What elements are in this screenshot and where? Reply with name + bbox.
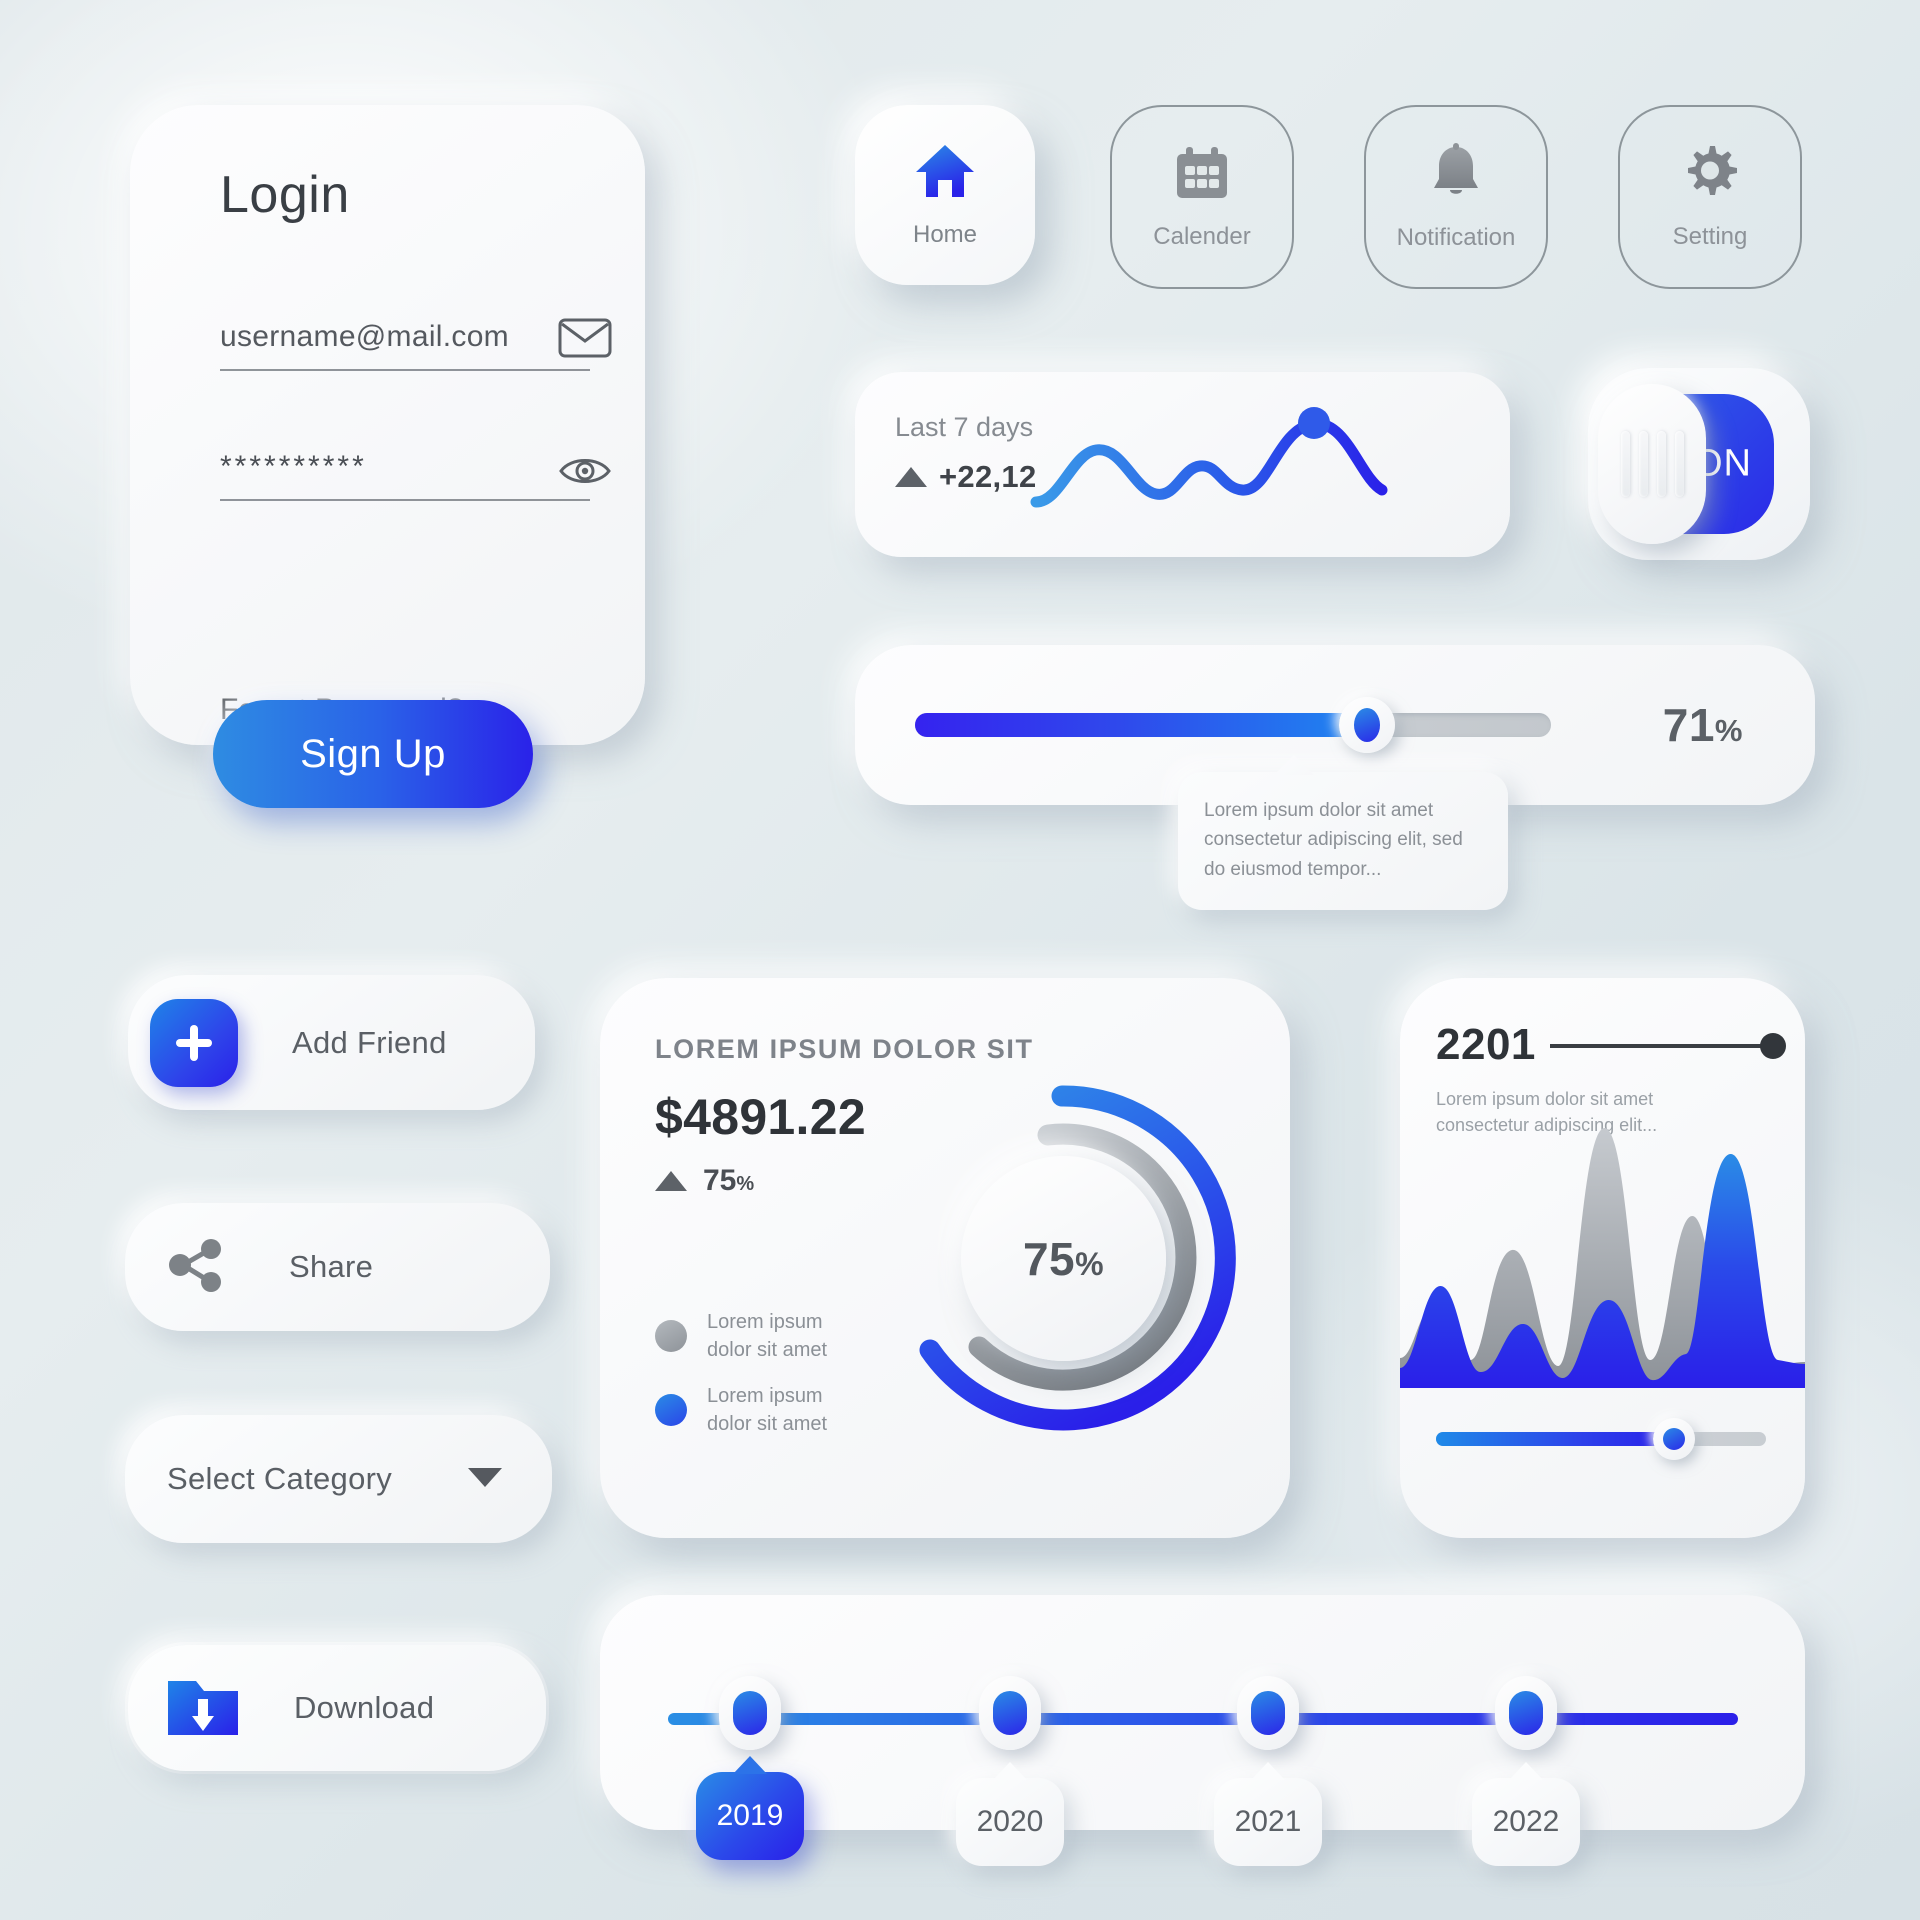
download-button[interactable]: Download [128,1645,546,1771]
grip-line-icon [1674,431,1684,497]
legend-color-swatch [655,1394,687,1427]
legend-label: Lorem ipsum dolor sit amet [707,1385,828,1436]
nav-item-notification[interactable]: Notification [1364,105,1548,289]
email-field[interactable]: username@mail.com [220,318,612,371]
spark-delta-value: +22,12 [939,459,1037,494]
donut-center-value: 75% [961,1156,1166,1361]
delta-value: 75 [703,1164,737,1197]
nav-item-calender[interactable]: Calender [1110,105,1294,289]
add-friend-button[interactable]: Add Friend [128,975,535,1110]
last-7-days-card: Last 7 days +22,12 [855,372,1510,557]
sign-up-label: Sign Up [300,731,446,776]
timeline-chip-label: 2022 [1492,1805,1560,1838]
timeline-chip-2020[interactable]: 2020 [956,1762,1064,1866]
login-card: Login username@mail.com ********** [130,105,645,745]
timeline-chip-2021[interactable]: 2021 [1214,1762,1322,1866]
statistics-donut-card: LOREM IPSUM DOLOR SIT $4891.22 75% Lorem… [600,978,1290,1538]
plus-icon [150,998,238,1087]
timeline-chip-label: 2019 [716,1799,784,1832]
timeline-chip-label: 2020 [976,1805,1044,1838]
select-category-dropdown[interactable]: Select Category [125,1415,552,1543]
download-label: Download [294,1690,435,1725]
nav-item-label: Calender [1153,222,1251,250]
spark-label: Last 7 days [895,412,1034,442]
share-label: Share [289,1249,374,1284]
area-slider-handle-core [1662,1428,1685,1450]
legend-item: Lorem ipsum dolor sit amet [655,1382,827,1439]
calendar-icon [1173,144,1231,207]
timeline-node[interactable] [719,1676,781,1750]
field-underline [220,499,590,501]
envelope-icon[interactable] [558,316,612,365]
timeline-node-core [1251,1691,1285,1735]
field-underline [220,369,590,371]
sign-up-button[interactable]: Sign Up [213,700,533,808]
password-value: ********** [220,450,367,483]
slider-fill [915,713,1367,737]
triangle-up-icon [655,1171,687,1191]
area-slider-handle[interactable] [1652,1418,1695,1460]
area-chart-plot [1400,1127,1805,1388]
grip-line-icon [1620,431,1630,497]
legend-color-swatch [655,1320,687,1353]
area-slider-track[interactable] [1436,1418,1766,1460]
nav-item-label: Home [912,220,978,248]
grip-line-icon [1638,431,1648,497]
on-off-toggle[interactable]: ON [1588,368,1810,560]
page-title: Login [220,166,350,224]
indicator-dot-icon [1760,1033,1786,1059]
slider-track[interactable] [915,697,1551,753]
timeline-node-core [733,1691,767,1735]
chevron-down-icon[interactable] [466,1465,504,1494]
timeline-node-core [1509,1691,1543,1735]
timeline-node[interactable] [979,1676,1041,1750]
share-icon [165,1236,227,1299]
spark-summary: Last 7 days +22,12 [895,412,1036,495]
email-value: username@mail.com [220,320,509,353]
delta-unit: % [736,1173,755,1195]
share-button[interactable]: Share [125,1203,550,1331]
slider-handle-core [1353,708,1380,742]
nav-item-label: Setting [1672,222,1748,250]
home-icon [914,142,976,205]
eye-icon[interactable] [558,452,612,495]
legend-item: Lorem ipsum dolor sit amet [655,1308,827,1365]
folder-download-icon [166,1673,240,1744]
area-slider-fill [1436,1432,1674,1446]
timeline-node[interactable] [1237,1676,1299,1750]
nav-item-home[interactable]: Home [855,105,1035,285]
timeline-track [668,1713,1738,1725]
indicator-line [1550,1044,1770,1048]
timeline-chip-2019[interactable]: 2019 [696,1756,804,1860]
nav-item-label: Notification [1396,223,1516,251]
gear-icon [1681,144,1739,207]
slider-tooltip: Lorem ipsum dolor sit amet consectetur a… [1178,755,1508,911]
slider-handle[interactable] [1338,697,1395,753]
sparkline-chart [1030,407,1388,508]
ui-kit-canvas: Login username@mail.com ********** Sign … [0,0,1920,1920]
select-category-label: Select Category [167,1461,393,1496]
area-chart-card: 2201 Lorem ipsum dolor sit amet consecte… [1400,978,1805,1538]
timeline-node[interactable] [1495,1676,1557,1750]
nav-item-setting[interactable]: Setting [1618,105,1802,289]
timeline-chip-2022[interactable]: 2022 [1472,1762,1580,1866]
slider-value: 71% [1662,699,1743,751]
password-field[interactable]: ********** [220,450,611,501]
tooltip-text: Lorem ipsum dolor sit amet consectetur a… [1204,800,1463,880]
timeline-chip-label: 2021 [1234,1805,1302,1838]
bell-icon [1428,142,1484,208]
amount-value: $4891.22 [655,1089,866,1145]
timeline-node-core [993,1691,1027,1735]
toggle-knob[interactable] [1598,384,1706,544]
triangle-up-icon [895,467,927,487]
delta-indicator: 75% [655,1164,754,1198]
grip-line-icon [1656,431,1666,497]
add-friend-label: Add Friend [292,1024,447,1060]
legend-label: Lorem ipsum dolor sit amet [707,1311,828,1362]
